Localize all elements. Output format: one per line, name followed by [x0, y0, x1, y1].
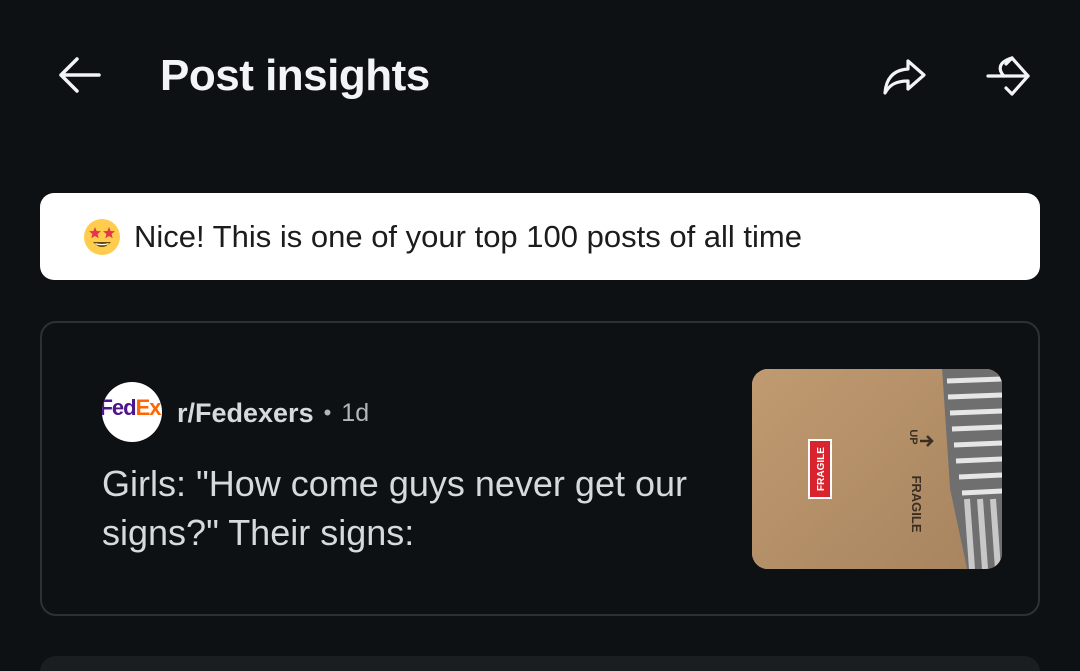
post-thumbnail[interactable]: FRAGILE FRAGILE UP	[752, 369, 1002, 569]
post-meta: r/Fedexers • 1d	[177, 397, 369, 429]
arrow-left-icon	[59, 57, 101, 93]
post-card[interactable]: FedEx r/Fedexers • 1d Girls: "How come g…	[40, 321, 1040, 616]
top-posts-banner: Nice! This is one of your top 100 posts …	[40, 193, 1040, 280]
post-age: 1d	[341, 399, 370, 427]
star-struck-emoji-icon	[84, 218, 120, 255]
back-button[interactable]	[54, 50, 104, 100]
fedex-logo: FedEx	[102, 395, 162, 420]
subreddit-name[interactable]: r/Fedexers	[177, 397, 314, 429]
next-section-card	[40, 656, 1040, 671]
box-photo-thumbnail: FRAGILE FRAGILE UP	[752, 369, 1002, 569]
page-title: Post insights	[160, 51, 430, 100]
banner-message: Nice! This is one of your top 100 posts …	[134, 218, 802, 254]
post-title[interactable]: Girls: "How come guys never get our sign…	[102, 459, 722, 557]
share-icon	[883, 59, 926, 95]
share-button[interactable]	[876, 48, 932, 104]
meta-separator: •	[323, 400, 332, 425]
header: Post insights	[0, 0, 1080, 150]
subreddit-avatar[interactable]: FedEx	[102, 382, 162, 442]
crosspost-button[interactable]	[980, 48, 1036, 104]
svg-text:FRAGILE: FRAGILE	[816, 447, 827, 491]
svg-text:UP: UP	[907, 429, 919, 444]
svg-text:FRAGILE: FRAGILE	[909, 475, 924, 532]
post-insights-screen: Post insights Nice! This is one of your …	[0, 0, 1080, 671]
crosspost-icon	[986, 56, 1030, 96]
